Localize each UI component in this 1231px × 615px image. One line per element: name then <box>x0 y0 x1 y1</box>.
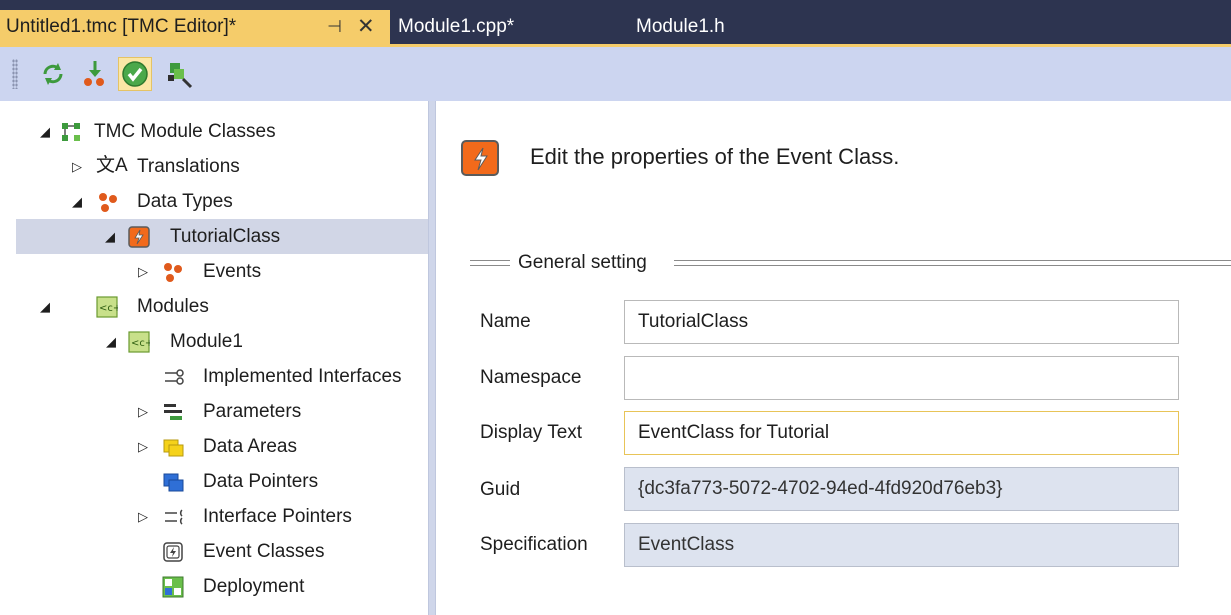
tree-item-implemented-interfaces[interactable]: Implemented Interfaces <box>0 359 428 394</box>
svg-text:<c+: <c+ <box>131 338 150 349</box>
specification-field[interactable] <box>624 523 1179 567</box>
event-class-large-icon <box>461 140 499 176</box>
tree-item-data-types[interactable]: ◢ Data Types <box>0 184 428 219</box>
name-label: Name <box>480 311 531 332</box>
general-setting-group: General setting <box>470 250 1231 276</box>
deploy-button[interactable] <box>162 57 196 91</box>
deployment-icon <box>162 576 184 598</box>
tab-label: Module1.cpp* <box>398 16 515 37</box>
tab-module1-cpp[interactable]: Module1.cpp* <box>398 10 514 44</box>
expanded-icon[interactable]: ◢ <box>103 219 117 254</box>
event-classes-icon <box>163 542 183 562</box>
collapsed-icon[interactable]: ▷ <box>136 429 150 464</box>
tree-item-module1[interactable]: ◢ <c+ Module1 <box>0 324 428 359</box>
guid-label: Guid <box>480 479 521 500</box>
group-rule-right <box>674 260 1231 266</box>
refresh-button[interactable] <box>36 57 70 91</box>
data-areas-icon <box>163 439 184 457</box>
data-types-icon <box>99 193 117 212</box>
collapsed-icon[interactable]: ▷ <box>70 149 84 184</box>
expanded-icon[interactable]: ◢ <box>70 184 84 219</box>
event-class-icon <box>128 226 150 248</box>
pane-splitter[interactable] <box>428 101 436 615</box>
events-icon <box>164 263 182 282</box>
tree-label: Events <box>203 261 262 282</box>
tree-item-event-classes[interactable]: Event Classes <box>0 534 428 569</box>
group-title: General setting <box>518 252 647 273</box>
tree-label: TutorialClass <box>170 226 281 247</box>
tree-label: Modules <box>137 296 209 317</box>
refresh-icon <box>43 63 63 85</box>
group-rule-left <box>470 260 510 266</box>
collapsed-icon[interactable]: ▷ <box>136 499 150 534</box>
tree-label: Parameters <box>203 401 302 422</box>
close-icon[interactable]: ✕ <box>357 10 375 44</box>
pin-icon[interactable]: ⊣ <box>327 10 342 44</box>
tree-label: Module1 <box>170 331 243 352</box>
expanded-icon[interactable]: ◢ <box>104 324 118 359</box>
collapsed-icon[interactable]: ▷ <box>136 254 150 289</box>
tree-label: Data Areas <box>203 436 297 457</box>
tree-label: Interface Pointers <box>203 506 352 527</box>
tab-label: Module1.h <box>636 16 725 37</box>
tree-label: Event Classes <box>203 541 325 562</box>
tree-item-tmc-module-classes[interactable]: ◢ TMC Module Classes <box>0 114 428 149</box>
display-text-label: Display Text <box>480 422 583 443</box>
tree-item-tutorialclass[interactable]: ◢ TutorialClass <box>16 219 428 254</box>
implemented-interfaces-icon <box>165 369 184 385</box>
interface-pointers-icon <box>165 509 183 525</box>
panel-heading: Edit the properties of the Event Class. <box>530 144 900 169</box>
parameters-icon <box>164 404 182 420</box>
tab-module1-h[interactable]: Module1.h <box>636 10 725 44</box>
name-field[interactable] <box>624 300 1179 344</box>
expanded-icon[interactable]: ◢ <box>38 114 52 149</box>
tree-label: Translations <box>137 156 240 177</box>
tree-label: Data Pointers <box>203 471 319 492</box>
namespace-label: Namespace <box>480 367 582 388</box>
tree-item-parameters[interactable]: ▷ Parameters <box>0 394 428 429</box>
guid-field[interactable] <box>624 467 1179 511</box>
import-icon <box>84 61 104 86</box>
tree-label: Deployment <box>203 576 305 597</box>
specification-label: Specification <box>480 534 588 555</box>
tree-item-translations[interactable]: ▷ 文A Translations <box>0 149 428 184</box>
document-tab-strip: Untitled1.tmc [TMC Editor]* ⊣ ✕ Module1.… <box>0 0 1231 47</box>
tree-item-deployment[interactable]: Deployment <box>0 569 428 604</box>
tree-label: Data Types <box>137 191 233 212</box>
check-icon <box>122 61 148 87</box>
data-pointers-icon <box>163 473 184 492</box>
translations-icon: 文A <box>96 155 128 176</box>
tree-item-data-areas[interactable]: ▷ Data Areas <box>0 429 428 464</box>
svg-text:<c+: <c+ <box>99 303 118 314</box>
tab-label: Untitled1.tmc [TMC Editor]* <box>6 16 237 37</box>
tree-label: Implemented Interfaces <box>203 366 402 387</box>
modules-icon: <c+ <box>96 296 118 318</box>
namespace-field[interactable] <box>624 356 1179 400</box>
tab-tmc-editor[interactable]: Untitled1.tmc [TMC Editor]* ⊣ ✕ <box>0 10 390 44</box>
check-button[interactable] <box>118 57 152 91</box>
collapsed-icon[interactable]: ▷ <box>136 394 150 429</box>
expanded-icon[interactable]: ◢ <box>38 289 52 324</box>
tmc-tree: ◢ TMC Module Classes ▷ 文A Translations ◢… <box>0 101 428 615</box>
display-text-field[interactable] <box>624 411 1179 455</box>
tree-item-modules[interactable]: ◢ <c+ Modules <box>0 289 428 324</box>
tree-item-interface-pointers[interactable]: ▷ Interface Pointers <box>0 499 428 534</box>
tree-label: TMC Module Classes <box>94 121 276 142</box>
tree-item-data-pointers[interactable]: Data Pointers <box>0 464 428 499</box>
tree-item-events[interactable]: ▷ Events <box>0 254 428 289</box>
module-classes-icon <box>62 123 80 141</box>
deploy-icon <box>168 63 193 89</box>
import-button[interactable] <box>78 57 112 91</box>
toolbar-grip[interactable] <box>12 59 18 89</box>
module-icon: <c+ <box>128 331 150 353</box>
editor-toolbar <box>0 47 1231 101</box>
